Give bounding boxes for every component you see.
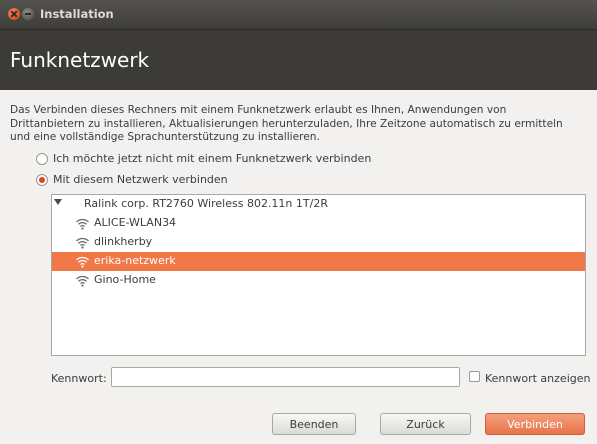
- wifi-icon: [76, 218, 89, 230]
- quit-button[interactable]: Beenden: [272, 413, 356, 435]
- window-title: Installation: [40, 7, 114, 21]
- network-row[interactable]: ALICE-WLAN34: [52, 214, 585, 233]
- network-row[interactable]: Gino-Home: [52, 271, 585, 290]
- title-bar: Installation: [0, 0, 597, 29]
- show-password-label: Kennwort anzeigen: [485, 372, 591, 385]
- radio-this-network[interactable]: [36, 174, 48, 186]
- expand-triangle-icon[interactable]: [54, 199, 62, 205]
- intro-line-3: und eine vollständige Sprachunterstützun…: [10, 131, 320, 143]
- page-header: Funknetzwerk: [0, 29, 597, 90]
- show-password-checkbox[interactable]: [469, 371, 480, 382]
- intro-text: Das Verbinden dieses Rechners mit einem …: [10, 104, 590, 145]
- option-no-network-label: Ich möchte jetzt nicht mit einem Funknet…: [53, 152, 372, 165]
- minimize-window-button[interactable]: [22, 8, 34, 20]
- network-name: erika-netzwerk: [94, 254, 176, 267]
- back-button[interactable]: Zurück: [380, 413, 471, 435]
- connect-button[interactable]: Verbinden: [485, 413, 585, 435]
- device-row[interactable]: Ralink corp. RT2760 Wireless 802.11n 1T/…: [52, 195, 585, 214]
- password-label: Kennwort:: [51, 372, 107, 385]
- wifi-icon: [76, 275, 89, 287]
- page-title: Funknetzwerk: [10, 48, 150, 72]
- network-name: Gino-Home: [94, 273, 156, 286]
- wifi-icon: [76, 256, 89, 268]
- password-input[interactable]: [111, 367, 460, 387]
- option-this-network-label: Mit diesem Netzwerk verbinden: [53, 173, 228, 186]
- network-name: dlinkherby: [94, 235, 153, 248]
- intro-line-1: Das Verbinden dieses Rechners mit einem …: [10, 104, 507, 116]
- network-name: ALICE-WLAN34: [94, 216, 177, 229]
- network-row-selected[interactable]: erika-netzwerk: [52, 252, 585, 271]
- device-label: Ralink corp. RT2760 Wireless 802.11n 1T/…: [84, 197, 328, 210]
- wifi-icon: [76, 237, 89, 249]
- intro-line-2: Drittanbietern zu installieren, Aktualis…: [10, 117, 563, 130]
- close-window-button[interactable]: [8, 8, 20, 20]
- network-row[interactable]: dlinkherby: [52, 233, 585, 252]
- radio-no-network[interactable]: [36, 153, 48, 165]
- network-list[interactable]: Ralink corp. RT2760 Wireless 802.11n 1T/…: [51, 194, 586, 356]
